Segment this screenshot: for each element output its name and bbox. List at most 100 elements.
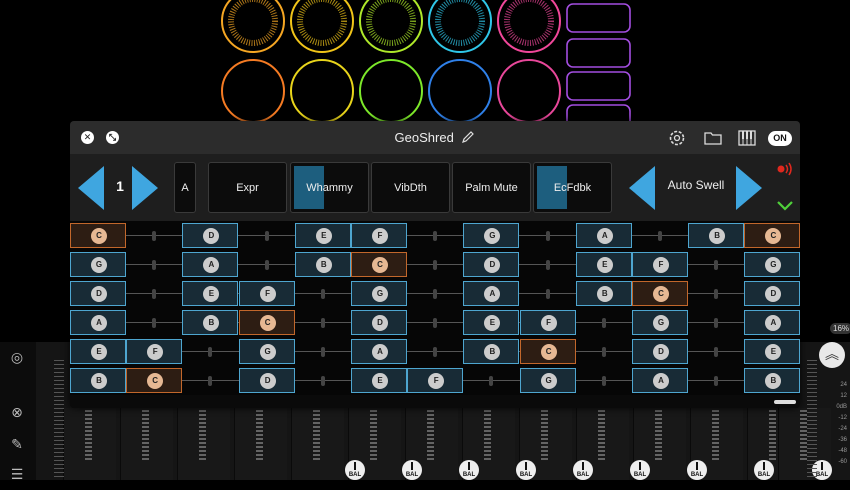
empty-fret-cell[interactable] [407,281,463,306]
note-cell[interactable]: F [632,252,688,277]
empty-fret-cell[interactable] [688,281,744,306]
power-toggle[interactable]: ON [768,131,792,146]
empty-fret-cell[interactable] [182,368,238,393]
note-cell[interactable]: D [463,252,520,277]
empty-fret-cell[interactable] [407,310,463,335]
note-cell[interactable]: E [463,310,520,335]
piano-icon[interactable] [737,128,757,148]
string-row[interactable]: G A BC D EF G [70,250,800,279]
string-row[interactable]: ABCDEFGA [70,308,800,337]
note-cell[interactable]: F [126,339,183,364]
empty-fret-cell[interactable] [520,281,576,306]
note-cell[interactable]: E [294,223,351,248]
string-row[interactable]: EFGABCDE [70,337,800,366]
scroll-indicator[interactable] [774,400,796,404]
note-cell[interactable]: E [70,339,126,364]
balance-knob[interactable]: BAL [459,460,479,480]
palm-mute-button[interactable]: Palm Mute [452,162,531,213]
note-cell[interactable]: B [70,368,126,393]
balance-knob[interactable]: BAL [516,460,536,480]
fretboard[interactable]: CDEFGABCGABCDEFGDEFGABCDABCDEFGAEFGABCDE… [70,221,800,395]
note-cell[interactable]: A [70,310,126,335]
empty-fret-cell[interactable] [463,368,519,393]
empty-fret-cell[interactable] [688,339,744,364]
broadcast-icon[interactable] [775,162,795,176]
note-cell[interactable]: B [463,339,520,364]
empty-fret-cell[interactable] [239,223,295,248]
root-note-cell[interactable]: C [744,223,800,248]
preset-next-button[interactable] [132,166,158,210]
disc-icon[interactable]: ◎ [9,349,25,365]
note-cell[interactable]: G [519,368,576,393]
folder-icon[interactable] [703,128,723,148]
pencil-icon[interactable] [461,130,475,144]
pencil-icon[interactable]: ✎ [9,436,25,452]
master-fader[interactable] [807,360,817,480]
root-note-cell[interactable]: C [632,281,688,306]
note-cell[interactable]: G [70,252,126,277]
empty-fret-cell[interactable] [632,223,688,248]
note-cell[interactable]: F [351,223,407,248]
empty-fret-cell[interactable] [239,252,295,277]
note-cell[interactable]: E [744,339,800,364]
empty-fret-cell[interactable] [295,310,351,335]
note-cell[interactable]: F [519,310,576,335]
gear-icon[interactable] [667,128,687,148]
key-button[interactable]: A [174,162,196,213]
empty-fret-cell[interactable] [126,310,182,335]
note-cell[interactable]: E [351,368,407,393]
note-cell[interactable]: G [463,223,520,248]
root-note-cell[interactable]: C [351,252,407,277]
note-cell[interactable]: B [294,252,351,277]
empty-fret-cell[interactable] [688,310,744,335]
note-cell[interactable]: A [463,281,520,306]
auto-next-button[interactable] [736,166,762,210]
empty-fret-cell[interactable] [576,310,632,335]
auto-prev-button[interactable] [629,166,655,210]
note-cell[interactable]: G [744,252,800,277]
root-note-cell[interactable]: C [126,368,183,393]
balance-knob[interactable]: BAL [402,460,422,480]
empty-fret-cell[interactable] [295,281,351,306]
expr-button[interactable]: Expr [208,162,287,213]
note-cell[interactable]: A [575,223,632,248]
string-row[interactable]: CDEFGABC [70,221,800,250]
root-note-cell[interactable]: C [238,310,295,335]
note-cell[interactable]: B [575,281,632,306]
empty-fret-cell[interactable] [688,252,744,277]
note-cell[interactable]: B [182,310,239,335]
empty-fret-cell[interactable] [295,368,351,393]
balance-knob[interactable]: BAL [687,460,707,480]
empty-fret-cell[interactable] [576,339,632,364]
ecfdbk-button[interactable]: EcFdbk [533,162,612,213]
empty-fret-cell[interactable] [520,223,576,248]
note-cell[interactable]: D [70,281,126,306]
note-cell[interactable]: E [182,281,239,306]
empty-fret-cell[interactable] [126,223,182,248]
root-note-cell[interactable]: C [519,339,576,364]
empty-fret-cell[interactable] [520,252,576,277]
note-cell[interactable]: G [351,281,407,306]
remove-icon[interactable]: ⊗ [9,404,25,420]
string-row[interactable]: BCDEFGAB [70,366,800,395]
empty-fret-cell[interactable] [576,368,632,393]
whammy-button[interactable]: Whammy [290,162,369,213]
empty-fret-cell[interactable] [182,339,238,364]
expand-up-button[interactable]: ︽ [819,342,845,368]
empty-fret-cell[interactable] [295,339,351,364]
empty-fret-cell[interactable] [126,252,182,277]
note-cell[interactable]: D [744,281,800,306]
note-cell[interactable]: D [632,339,688,364]
note-cell[interactable]: G [238,339,295,364]
note-cell[interactable]: A [632,368,688,393]
note-cell[interactable]: E [575,252,632,277]
root-note-cell[interactable]: C [70,223,126,248]
note-cell[interactable]: G [632,310,688,335]
empty-fret-cell[interactable] [407,252,463,277]
input-fader[interactable] [54,360,64,480]
balance-knob[interactable]: BAL [345,460,365,480]
note-cell[interactable]: D [351,310,407,335]
preset-prev-button[interactable] [78,166,104,210]
note-cell[interactable]: A [182,252,239,277]
note-cell[interactable]: A [351,339,407,364]
